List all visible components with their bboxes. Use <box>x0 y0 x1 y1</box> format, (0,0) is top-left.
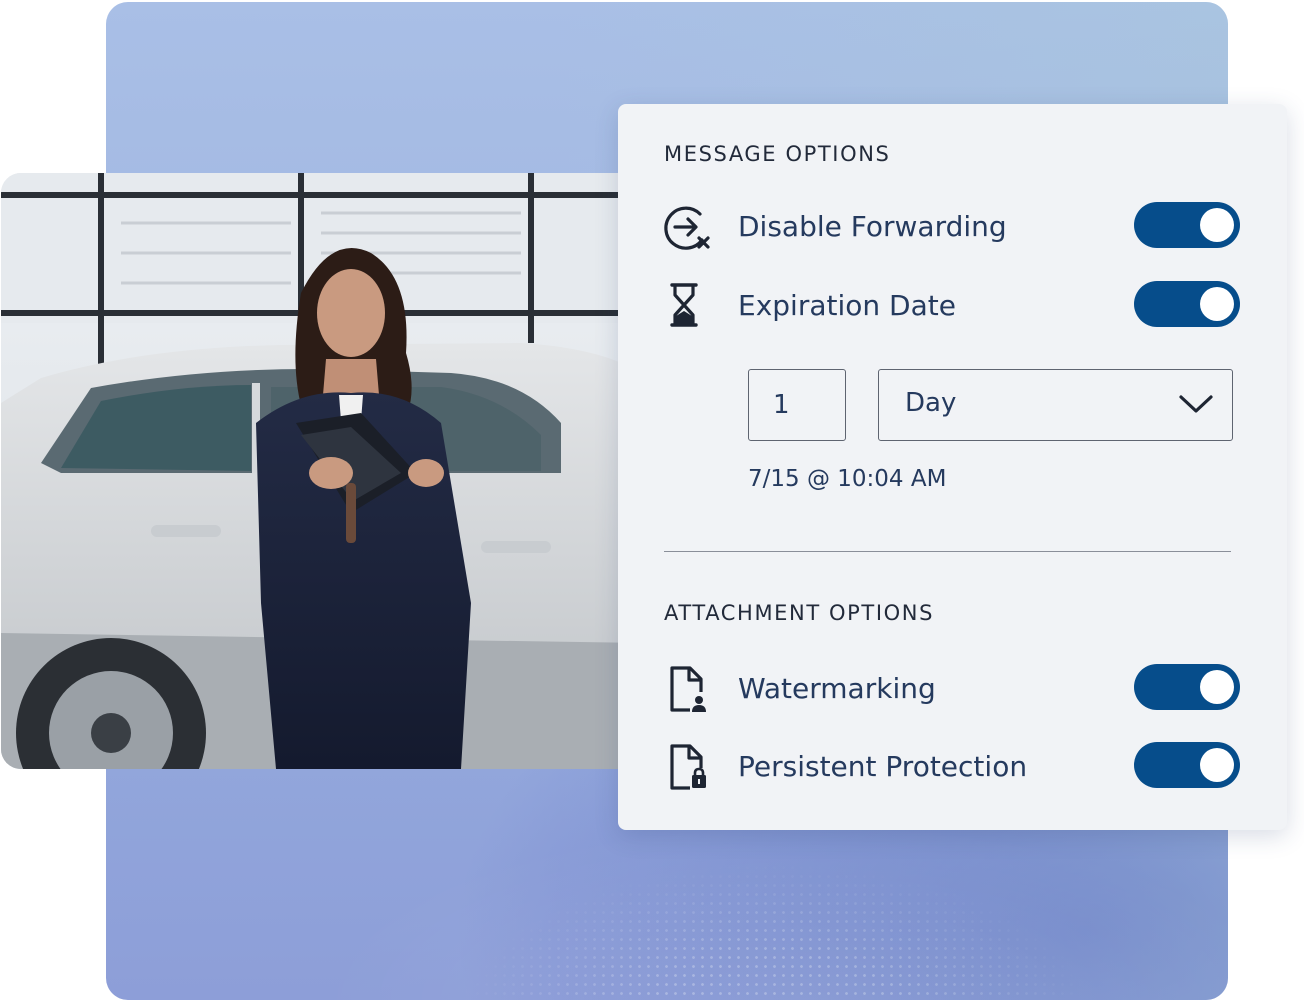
option-expiration-date: Expiration Date <box>662 281 1242 335</box>
toggle-knob <box>1200 208 1234 242</box>
watermarking-label: Watermarking <box>738 672 936 705</box>
message-options-heading: MESSAGE OPTIONS <box>664 142 891 166</box>
persistent-protection-toggle[interactable] <box>1134 742 1240 788</box>
chevron-down-icon <box>1179 395 1213 413</box>
expiration-date-toggle[interactable] <box>1134 281 1240 327</box>
disable-forwarding-label: Disable Forwarding <box>738 210 1007 243</box>
document-user-icon <box>670 666 706 712</box>
toggle-knob <box>1200 670 1234 704</box>
disable-forwarding-toggle[interactable] <box>1134 202 1240 248</box>
watermarking-toggle[interactable] <box>1134 664 1240 710</box>
option-watermarking: Watermarking <box>662 664 1242 718</box>
toggle-knob <box>1200 287 1234 321</box>
option-persistent-protection: Persistent Protection <box>662 742 1242 796</box>
expiration-unit-select[interactable]: Day <box>878 369 1233 441</box>
section-divider <box>664 551 1231 552</box>
hero-photo <box>1 173 641 769</box>
forward-blocked-icon <box>664 206 710 250</box>
expiration-date-label: Expiration Date <box>738 289 956 322</box>
attachment-options-heading: ATTACHMENT OPTIONS <box>664 601 935 625</box>
expiration-amount-input[interactable] <box>748 369 846 441</box>
option-disable-forwarding: Disable Forwarding <box>662 202 1242 256</box>
toggle-knob <box>1200 748 1234 782</box>
document-lock-icon <box>670 744 706 790</box>
expiration-date-text: 7/15 @ 10:04 AM <box>748 466 947 492</box>
options-panel: MESSAGE OPTIONS Disable Forwarding Expir… <box>618 104 1287 830</box>
expiration-unit-value: Day <box>905 388 957 418</box>
hourglass-icon <box>670 283 698 327</box>
persistent-protection-label: Persistent Protection <box>738 750 1028 783</box>
